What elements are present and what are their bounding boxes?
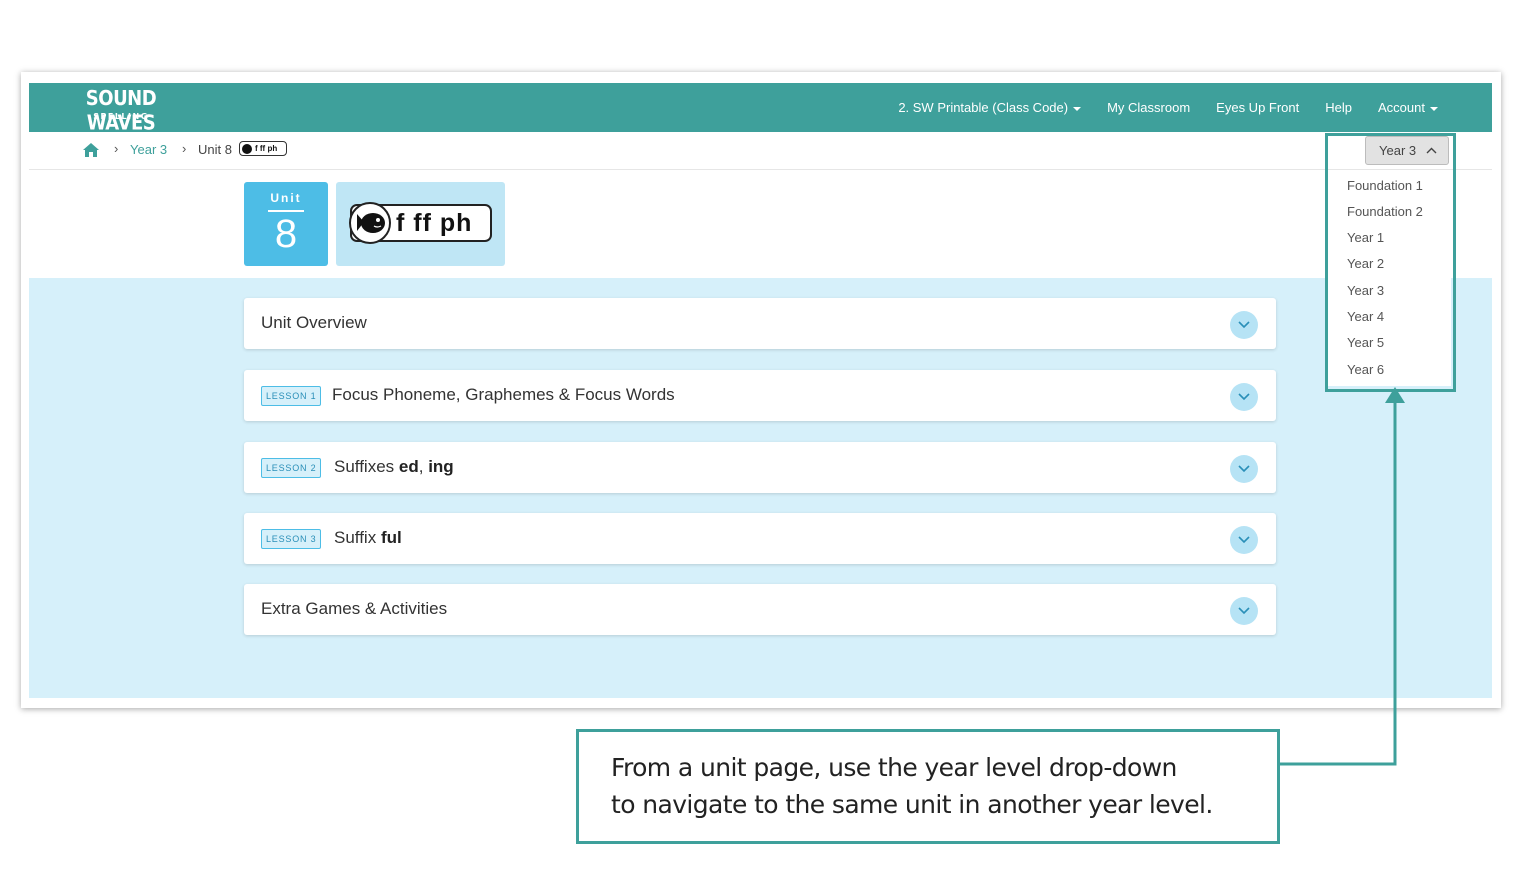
callout-line-1: From a unit page, use the year level dro…	[611, 753, 1177, 782]
callout-line-2: to navigate to the same unit in another …	[611, 790, 1213, 819]
instruction-callout: From a unit page, use the year level dro…	[576, 729, 1280, 844]
callout-text: From a unit page, use the year level dro…	[611, 749, 1261, 823]
